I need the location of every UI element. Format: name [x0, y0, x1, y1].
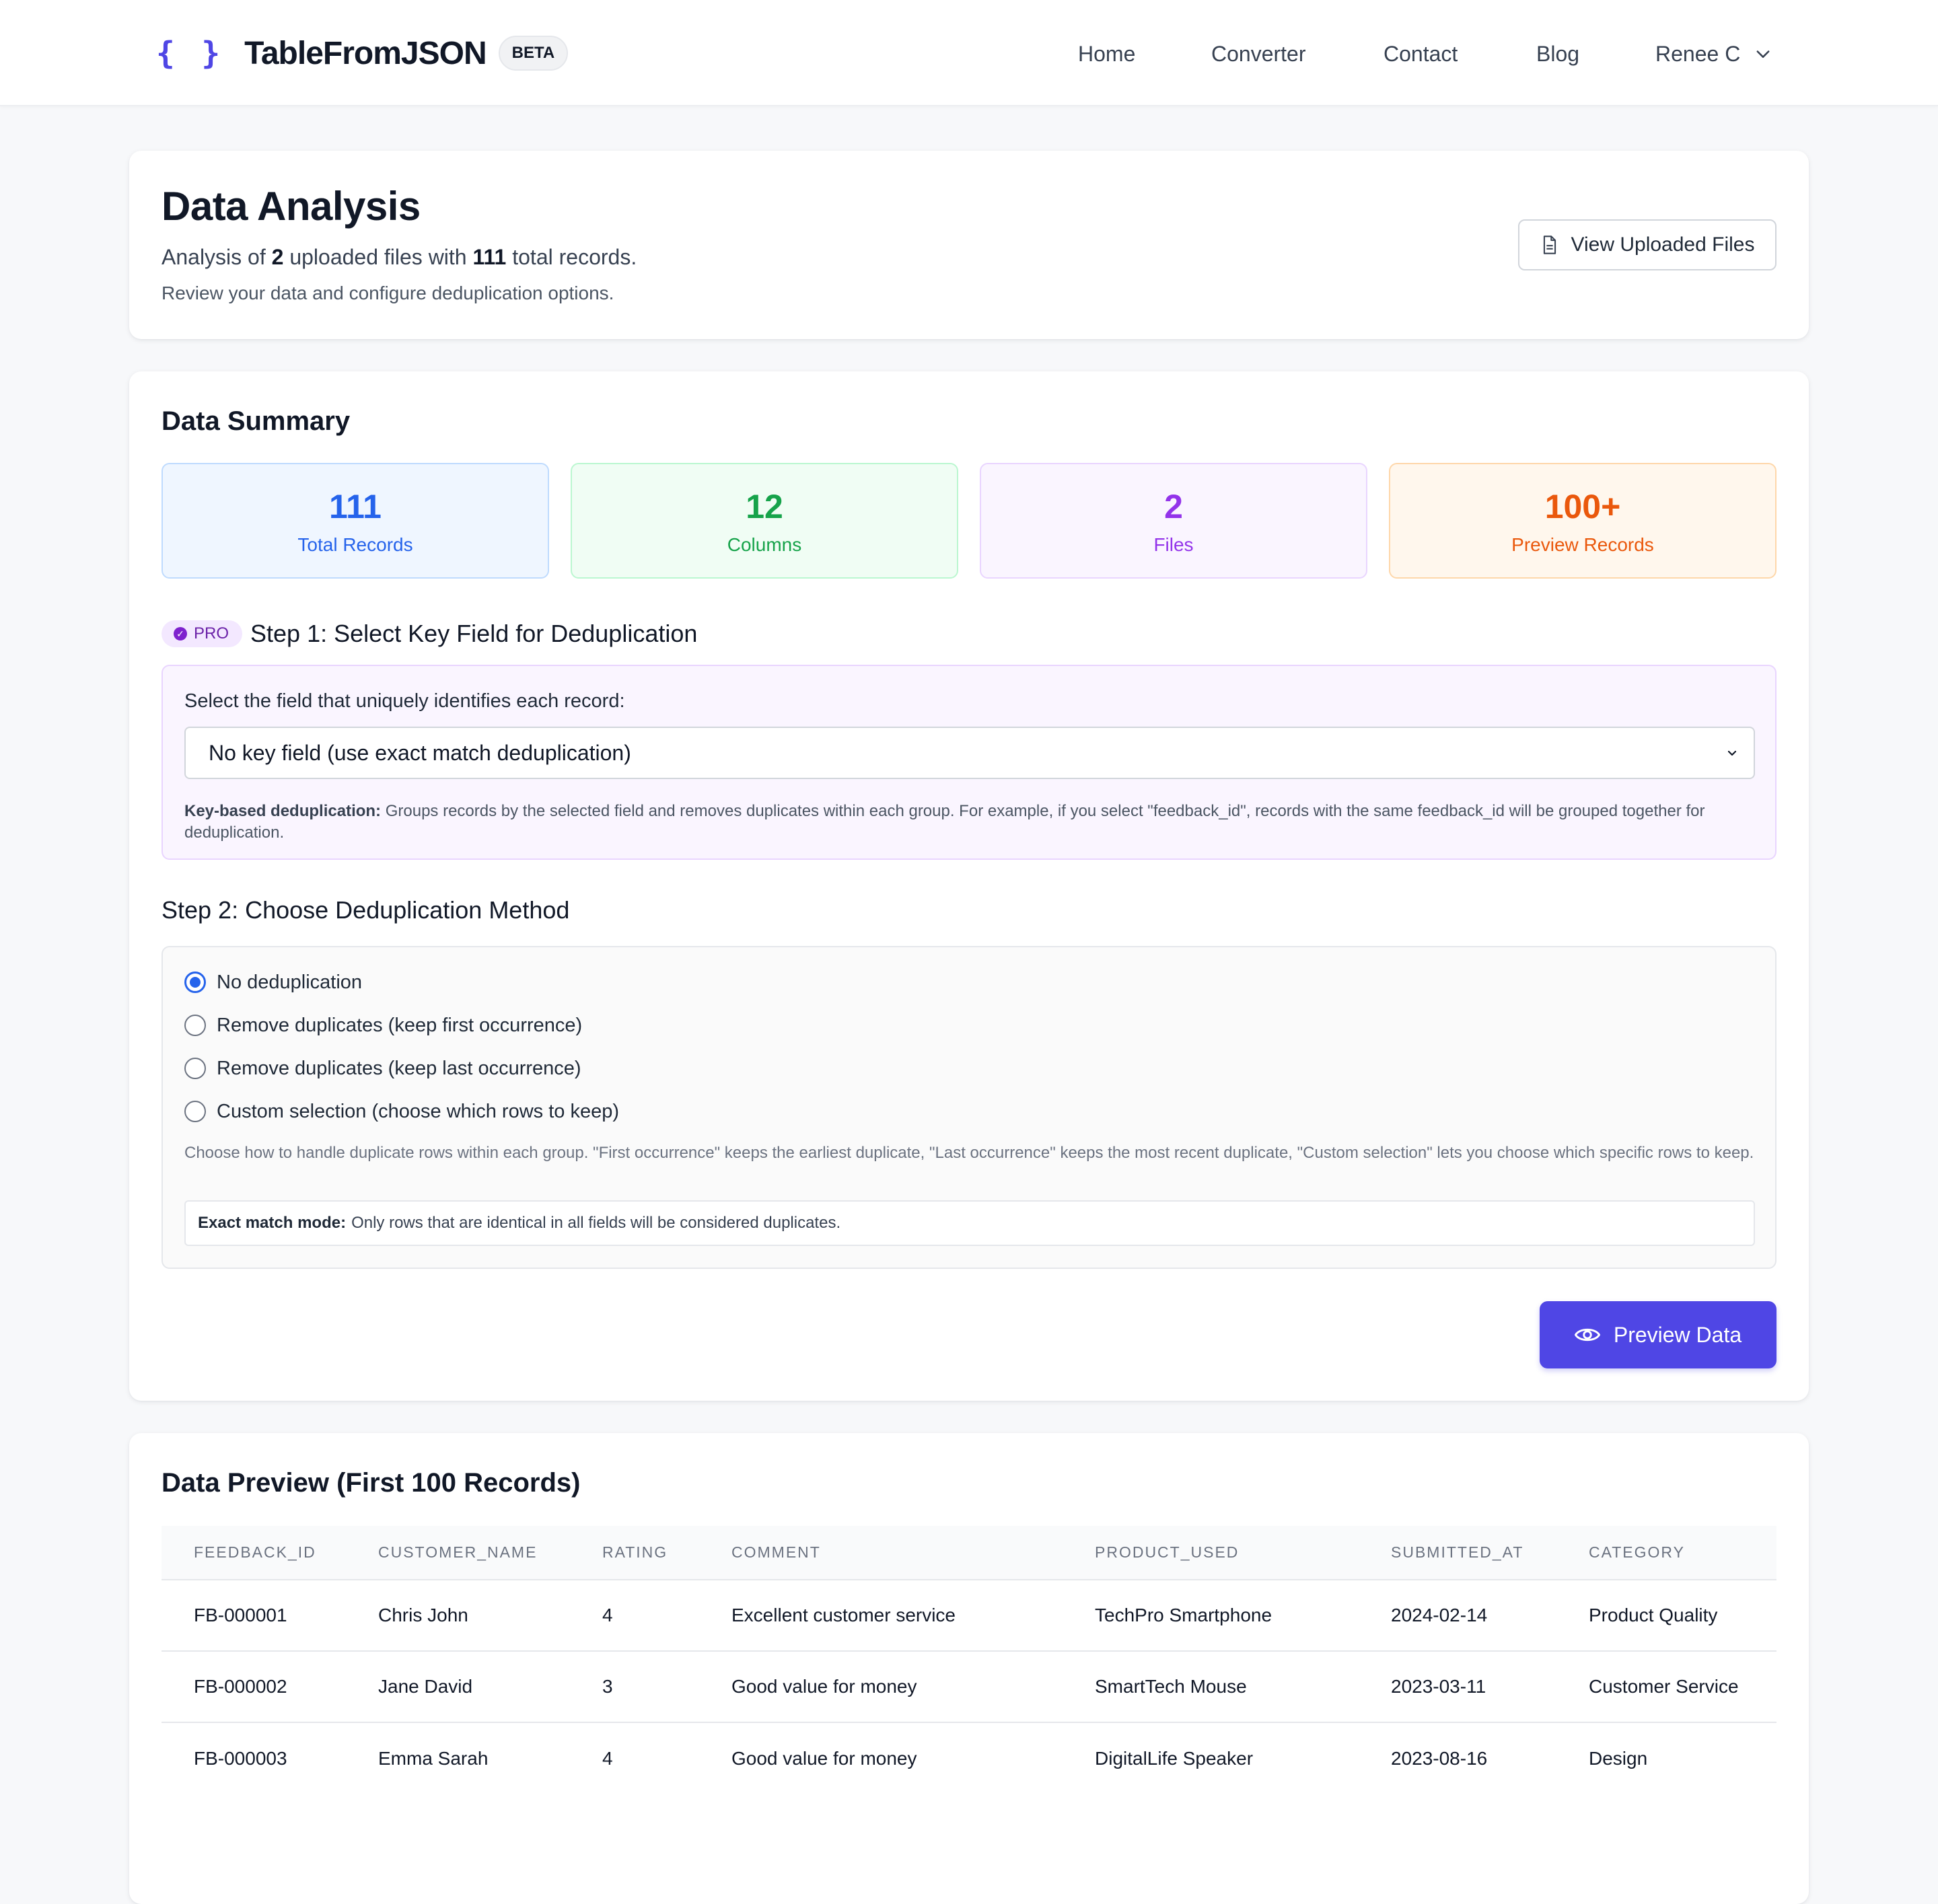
cell: Emma Sarah: [346, 1722, 570, 1794]
radio-keep-last[interactable]: Remove duplicates (keep last occurrence): [184, 1055, 581, 1082]
top-navbar: { } TableFromJSON BETA Home Converter Co…: [0, 0, 1938, 106]
step2-title: Step 2: Choose Deduplication Method: [162, 896, 570, 924]
cell: Jane David: [346, 1650, 570, 1722]
cell: SmartTech Mouse: [1063, 1650, 1359, 1722]
dedup-method-hint: Choose how to handle duplicate rows with…: [184, 1144, 1754, 1162]
step1-heading: ✓ PRO Step 1: Select Key Field for Dedup…: [162, 615, 697, 653]
section-title-preview: Data Preview (First 100 Records): [162, 1468, 581, 1498]
data-summary-card: Data Summary 111 Total Records 12 Column…: [129, 371, 1809, 1401]
column-header-product-used[interactable]: PRODUCT_USED: [1063, 1526, 1359, 1580]
stat-value: 100+: [1544, 488, 1621, 525]
stat-total-records: 111 Total Records: [162, 463, 549, 579]
cell: Design: [1556, 1722, 1777, 1794]
cell: 4: [570, 1579, 699, 1651]
column-header-category[interactable]: CATEGORY: [1556, 1526, 1777, 1580]
cell: 3: [570, 1650, 699, 1722]
radio-button[interactable]: [184, 1101, 206, 1122]
radio-button[interactable]: [184, 1015, 206, 1036]
page-title: Data Analysis: [162, 184, 421, 229]
cell: Product Quality: [1556, 1579, 1777, 1651]
cell: 4: [570, 1722, 699, 1794]
stat-preview-records: 100+ Preview Records: [1389, 463, 1777, 579]
cell: Good value for money: [699, 1722, 1063, 1794]
user-menu[interactable]: Renee C: [1655, 35, 1772, 73]
cell: FB-000003: [162, 1722, 346, 1794]
table-row: FB-000002 Jane David 3 Good value for mo…: [162, 1650, 1777, 1722]
cell: 2023-03-11: [1359, 1650, 1556, 1722]
records-count: 111: [472, 245, 507, 269]
section-title-summary: Data Summary: [162, 406, 351, 436]
column-header-customer-name[interactable]: CUSTOMER_NAME: [346, 1526, 570, 1580]
key-field-panel: Select the field that uniquely identifie…: [162, 665, 1777, 860]
radio-keep-first[interactable]: Remove duplicates (keep first occurrence…: [184, 1012, 582, 1039]
nav-link-blog[interactable]: Blog: [1536, 35, 1579, 73]
stat-label: Total Records: [297, 534, 413, 555]
chevron-down-icon: [1756, 50, 1770, 58]
nav-links: Home Converter Contact Blog Renee C: [0, 35, 1938, 73]
stat-files: 2 Files: [980, 463, 1367, 579]
column-header-feedback-id[interactable]: FEEDBACK_ID: [162, 1526, 346, 1580]
view-uploaded-files-label: View Uploaded Files: [1571, 233, 1755, 256]
analysis-summary-text: Analysis of 2 uploaded files with 111 to…: [162, 245, 637, 269]
table-header-row: FEEDBACK_ID CUSTOMER_NAME RATING COMMENT…: [162, 1526, 1777, 1580]
stat-value: 111: [329, 488, 382, 525]
stat-value: 12: [746, 488, 783, 525]
stat-label: Files: [1153, 534, 1194, 555]
check-circle-icon: ✓: [174, 627, 187, 640]
step1-title: Step 1: Select Key Field for Deduplicati…: [250, 620, 698, 647]
user-name: Renee C: [1655, 42, 1741, 66]
dedup-method-panel: No deduplication Remove duplicates (keep…: [162, 946, 1777, 1269]
eye-icon: [1574, 1328, 1600, 1342]
view-uploaded-files-button[interactable]: View Uploaded Files: [1518, 219, 1777, 270]
stat-label: Columns: [727, 534, 802, 555]
cell: Chris John: [346, 1579, 570, 1651]
cell: Excellent customer service: [699, 1579, 1063, 1651]
nav-link-home[interactable]: Home: [1078, 35, 1135, 73]
table-row: FB-000001 Chris John 4 Excellent custome…: [162, 1579, 1777, 1651]
key-field-hint: Key-based deduplication: Groups records …: [184, 802, 1705, 842]
radio-no-dedup[interactable]: No deduplication: [184, 969, 362, 996]
stat-label: Preview Records: [1511, 534, 1654, 555]
cell: FB-000002: [162, 1650, 346, 1722]
table-row: FB-000003 Emma Sarah 4 Good value for mo…: [162, 1722, 1777, 1794]
cell: 2024-02-14: [1359, 1579, 1556, 1651]
radio-custom-selection[interactable]: Custom selection (choose which rows to k…: [184, 1098, 619, 1125]
key-field-label: Select the field that uniquely identifie…: [184, 690, 625, 712]
data-preview-card: Data Preview (First 100 Records) FEEDBAC…: [129, 1433, 1809, 1904]
data-preview-table: FEEDBACK_ID CUSTOMER_NAME RATING COMMENT…: [162, 1526, 1777, 1794]
pro-badge: ✓ PRO: [162, 620, 243, 647]
chevron-down-icon: [1727, 750, 1737, 756]
cell: DigitalLife Speaker: [1063, 1722, 1359, 1794]
column-header-comment[interactable]: COMMENT: [699, 1526, 1063, 1580]
radio-button[interactable]: [184, 972, 206, 993]
cell: Good value for money: [699, 1650, 1063, 1722]
radio-button[interactable]: [184, 1058, 206, 1079]
document-icon: [1543, 235, 1556, 254]
cell: Customer Service: [1556, 1650, 1777, 1722]
exact-match-note: Exact match mode: Only rows that are iden…: [184, 1200, 1755, 1246]
nav-link-converter[interactable]: Converter: [1211, 35, 1306, 73]
cell: FB-000001: [162, 1579, 346, 1651]
stat-value: 2: [1164, 488, 1183, 525]
key-field-select[interactable]: No key field (use exact match deduplicat…: [184, 727, 1755, 779]
preview-data-label: Preview Data: [1613, 1322, 1742, 1347]
column-header-rating[interactable]: RATING: [570, 1526, 699, 1580]
key-field-selected-value: No key field (use exact match deduplicat…: [209, 740, 631, 765]
files-count: 2: [271, 245, 284, 269]
cell: TechPro Smartphone: [1063, 1579, 1359, 1651]
cell: 2023-08-16: [1359, 1722, 1556, 1794]
page-note: Review your data and configure deduplica…: [162, 283, 614, 303]
analysis-header-card: Data Analysis Analysis of 2 uploaded fil…: [129, 151, 1809, 339]
nav-link-contact[interactable]: Contact: [1384, 35, 1458, 73]
stat-columns: 12 Columns: [571, 463, 958, 579]
preview-data-button[interactable]: Preview Data: [1540, 1301, 1777, 1368]
column-header-submitted-at[interactable]: SUBMITTED_AT: [1359, 1526, 1556, 1580]
